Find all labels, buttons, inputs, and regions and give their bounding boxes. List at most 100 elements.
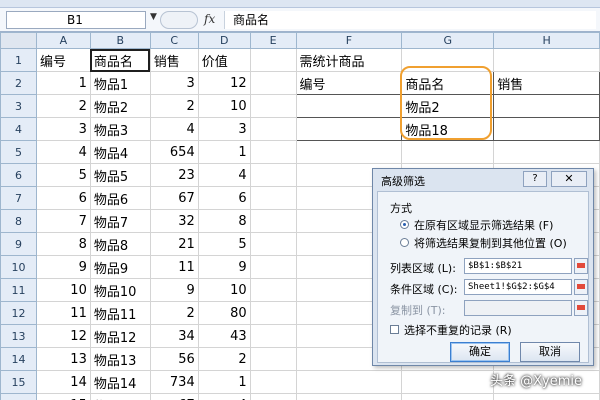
cell[interactable]: 15 [35, 393, 91, 400]
cell[interactable]: 34 [149, 324, 199, 348]
ok-button[interactable]: 确定 [450, 342, 510, 362]
cell[interactable]: 2 [197, 347, 251, 371]
column-header[interactable]: D [197, 32, 251, 49]
row-header[interactable]: 12 [0, 301, 37, 325]
cell[interactable]: 67 [149, 186, 199, 210]
unique-records-checkbox[interactable] [390, 325, 399, 334]
cell[interactable]: 物品5 [89, 163, 151, 187]
cell[interactable] [295, 117, 403, 141]
cell[interactable]: 11 [35, 301, 91, 325]
cell[interactable]: 67 [149, 393, 199, 400]
cell[interactable]: 8 [197, 209, 251, 233]
cell[interactable] [249, 209, 297, 233]
cell[interactable] [295, 140, 403, 164]
cell[interactable] [249, 278, 297, 302]
unique-records-label[interactable]: 选择不重复的记录 (R) [404, 322, 512, 338]
cell[interactable]: 2 [149, 94, 199, 118]
cell[interactable]: 56 [149, 347, 199, 371]
row-header[interactable]: 1 [0, 48, 37, 72]
cell[interactable] [249, 347, 297, 371]
cell[interactable]: 物品2 [89, 94, 151, 118]
row-header[interactable]: 7 [0, 186, 37, 210]
cell[interactable]: 9 [197, 255, 251, 279]
cell[interactable]: 4 [197, 163, 251, 187]
cell[interactable]: 10 [197, 94, 251, 118]
cell[interactable] [493, 117, 600, 141]
cell[interactable]: 物品12 [89, 324, 151, 348]
cell[interactable]: 4 [149, 117, 199, 141]
cell[interactable] [249, 393, 297, 400]
cell[interactable] [249, 163, 297, 187]
cell[interactable]: 11 [149, 255, 199, 279]
cell[interactable]: 43 [197, 324, 251, 348]
cell[interactable]: 3 [197, 117, 251, 141]
cell[interactable]: 734 [149, 370, 199, 394]
cell[interactable] [493, 48, 600, 72]
cell[interactable] [493, 140, 600, 164]
cell[interactable]: 物品14 [89, 370, 151, 394]
criteria-range-input[interactable]: Sheet1!$G$2:$G$4 [464, 279, 572, 295]
cell[interactable] [249, 324, 297, 348]
row-header[interactable]: 2 [0, 71, 37, 95]
cell[interactable]: 物品7 [89, 209, 151, 233]
copy-to-input[interactable] [464, 300, 572, 316]
cell[interactable]: 物品11 [89, 301, 151, 325]
cell[interactable]: 商品名 [89, 48, 151, 72]
cell[interactable]: 6 [197, 186, 251, 210]
row-header[interactable]: 4 [0, 117, 37, 141]
cell[interactable] [295, 370, 403, 394]
cell[interactable] [493, 94, 600, 118]
cancel-button[interactable]: 取消 [520, 342, 580, 362]
cell[interactable] [401, 393, 495, 400]
list-range-input[interactable]: $B$1:$B$21 [464, 258, 572, 274]
cell[interactable]: 6 [35, 186, 91, 210]
cell[interactable]: 14 [35, 370, 91, 394]
cell[interactable]: 12 [197, 71, 251, 95]
cell[interactable]: 销售 [149, 48, 199, 72]
cell[interactable] [249, 117, 297, 141]
cell[interactable]: 7 [35, 209, 91, 233]
cell[interactable]: 物品15 [89, 393, 151, 400]
select-all-corner[interactable] [0, 32, 37, 49]
cell[interactable] [295, 393, 403, 400]
cell[interactable]: 商品名 [401, 71, 495, 95]
cell[interactable] [401, 140, 495, 164]
cell[interactable]: 5 [35, 163, 91, 187]
radio-inplace[interactable] [400, 220, 409, 229]
row-header[interactable]: 6 [0, 163, 37, 187]
cell[interactable]: 需统计商品 [295, 48, 403, 72]
cell[interactable]: 4 [35, 140, 91, 164]
column-header[interactable]: G [401, 32, 495, 49]
cell[interactable] [249, 232, 297, 256]
radio-copy[interactable] [400, 238, 409, 247]
column-header[interactable]: C [149, 32, 199, 49]
cell[interactable]: 10 [35, 278, 91, 302]
row-header[interactable]: 3 [0, 94, 37, 118]
cell[interactable]: 物品4 [89, 140, 151, 164]
cell[interactable]: 价值 [197, 48, 251, 72]
row-header[interactable]: 10 [0, 255, 37, 279]
row-header[interactable]: 15 [0, 370, 37, 394]
cell[interactable]: 物品9 [89, 255, 151, 279]
cell[interactable]: 3 [35, 117, 91, 141]
cell[interactable]: 1 [35, 71, 91, 95]
cell[interactable]: 2 [35, 94, 91, 118]
row-header[interactable]: 14 [0, 347, 37, 371]
cell[interactable] [295, 94, 403, 118]
cell[interactable]: 物品6 [89, 186, 151, 210]
cell[interactable] [249, 140, 297, 164]
help-icon[interactable]: ? [523, 171, 547, 187]
cell[interactable]: 2 [149, 301, 199, 325]
cell[interactable]: 3 [149, 71, 199, 95]
cell[interactable]: 9 [149, 278, 199, 302]
cell[interactable]: 物品3 [89, 117, 151, 141]
cell[interactable]: 4 [197, 393, 251, 400]
cell[interactable]: 80 [197, 301, 251, 325]
cell[interactable]: 23 [149, 163, 199, 187]
cell[interactable] [249, 48, 297, 72]
column-header[interactable]: F [295, 32, 403, 49]
cell[interactable]: 物品13 [89, 347, 151, 371]
cell[interactable]: 8 [35, 232, 91, 256]
cell[interactable]: 12 [35, 324, 91, 348]
cell[interactable] [401, 370, 495, 394]
